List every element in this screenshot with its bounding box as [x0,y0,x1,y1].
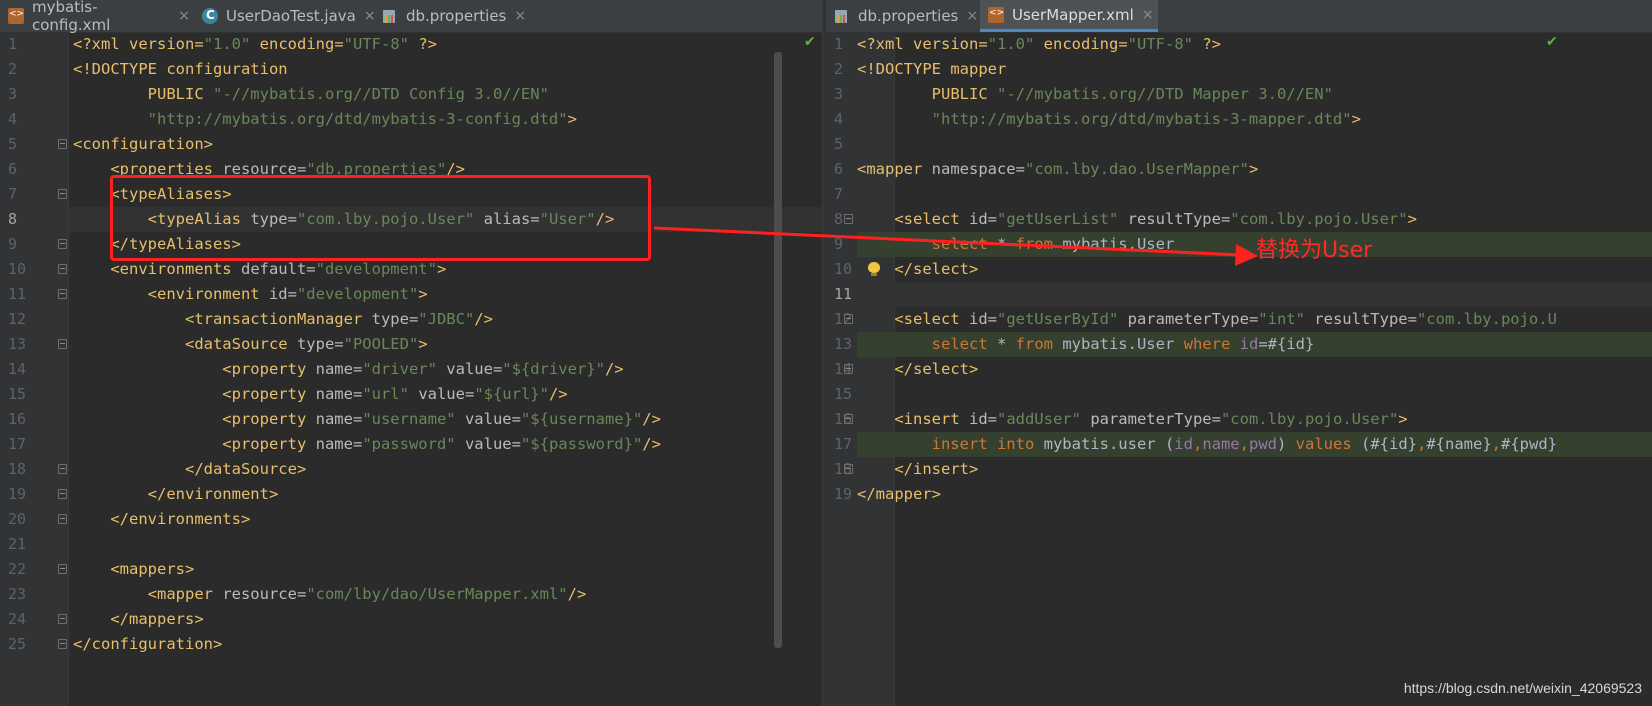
annotation-text: 替换为User [1256,238,1373,263]
annotation-arrow [653,226,1258,266]
watermark: https://blog.csdn.net/weixin_42069523 [1403,680,1642,696]
